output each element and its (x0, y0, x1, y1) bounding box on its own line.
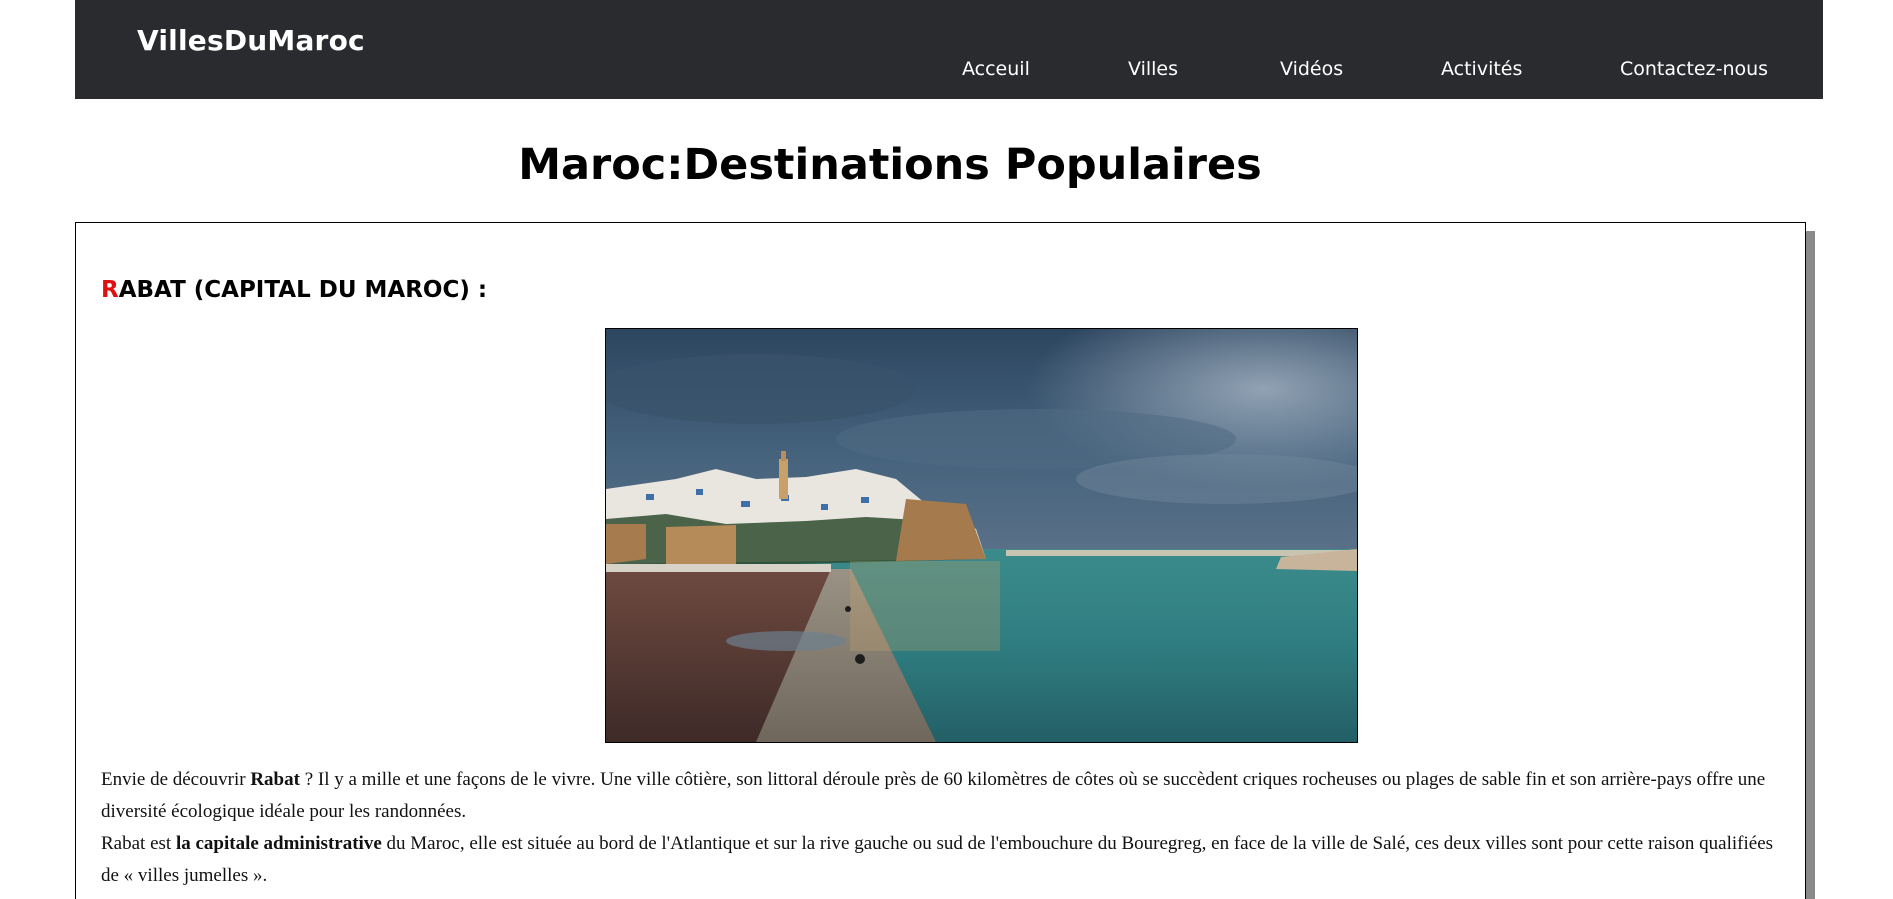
description-text: Rabat est (101, 833, 176, 854)
rabat-photo (605, 328, 1358, 743)
description-paragraph-2: Rabat est la capitale administrative du … (101, 828, 1791, 892)
description-paragraph-1: Envie de découvrir Rabat ? Il y a mille … (101, 764, 1791, 828)
top-navbar: VillesDuMaroc Acceuil Villes Vidéos Acti… (75, 0, 1823, 99)
description-bold: la capitale administrative (175, 833, 382, 854)
nav-item-acceuil[interactable]: Acceuil (962, 58, 1030, 80)
nav-item-videos[interactable]: Vidéos (1280, 58, 1343, 80)
nav-item-contact[interactable]: Contactez-nous (1620, 58, 1768, 80)
page-title: Maroc:Destinations Populaires (518, 140, 1262, 190)
city-card-rabat: RABAT (CAPITAL DU MAROC) : Envie de déco… (75, 222, 1806, 899)
nav-item-activites[interactable]: Activités (1441, 58, 1522, 80)
description-text: Envie de découvrir (101, 769, 251, 790)
city-heading-text: ABAT (CAPITAL DU MAROC) : (118, 277, 488, 303)
city-heading-initial: R (101, 277, 119, 303)
description-bold: Rabat (250, 769, 300, 790)
city-description: Envie de découvrir Rabat ? Il y a mille … (101, 764, 1791, 892)
site-brand[interactable]: VillesDuMaroc (137, 24, 365, 57)
description-text: ? Il y a mille et une façons de le vivre… (101, 769, 1766, 822)
city-heading: RABAT (CAPITAL DU MAROC) : (101, 277, 487, 303)
nav-item-villes[interactable]: Villes (1128, 58, 1178, 80)
